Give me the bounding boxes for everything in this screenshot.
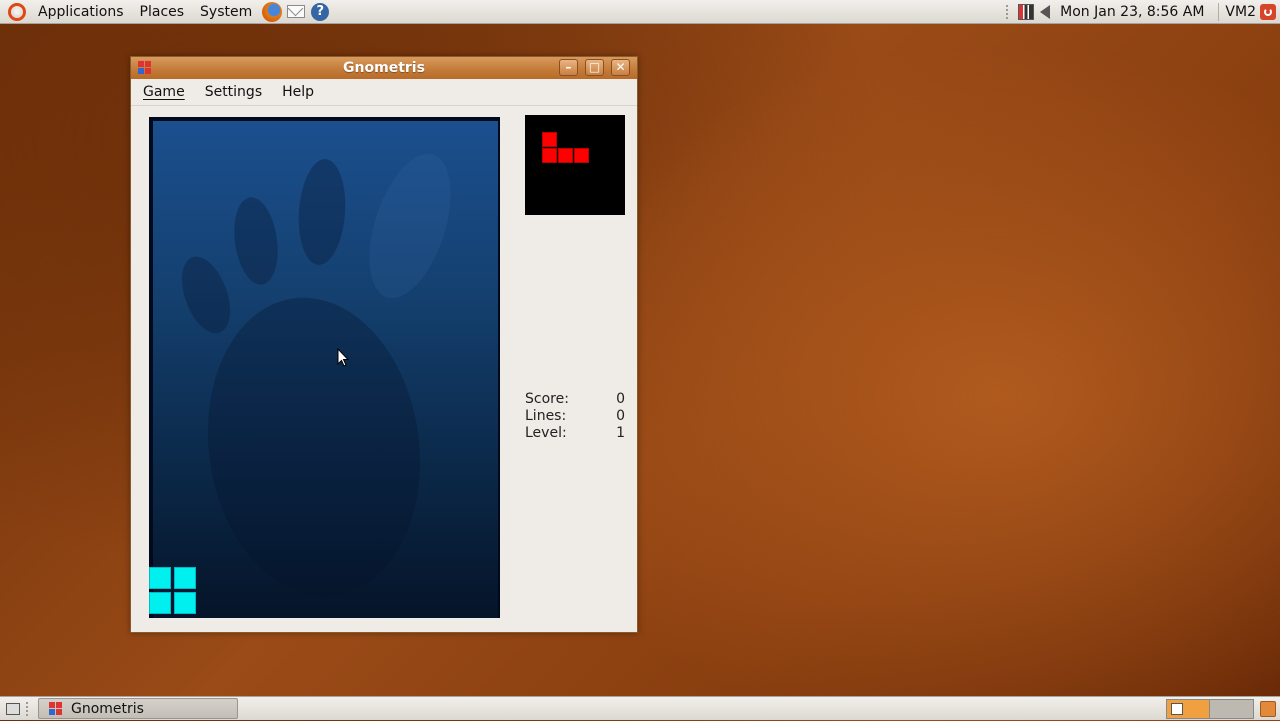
lines-row: Lines: 0 xyxy=(525,408,625,425)
applications-menu[interactable]: Applications xyxy=(30,0,132,24)
lines-value: 0 xyxy=(616,408,625,424)
workspace-2[interactable] xyxy=(1210,698,1254,719)
mail-launcher[interactable] xyxy=(285,1,307,23)
next-piece-cell xyxy=(542,132,557,147)
current-piece-cell xyxy=(174,592,196,614)
foot-toe-3 xyxy=(295,157,349,267)
places-menu[interactable]: Places xyxy=(132,0,193,24)
clock[interactable]: Mon Jan 23, 8:56 AM xyxy=(1056,4,1212,20)
show-desktop-icon[interactable] xyxy=(6,702,20,715)
help-menu[interactable]: Help xyxy=(270,79,322,105)
foot-toe-1 xyxy=(172,250,240,340)
score-value: 0 xyxy=(616,391,625,407)
bottom-panel: Gnometris xyxy=(0,696,1280,720)
score-panel: Score: 0 Lines: 0 Level: 1 xyxy=(525,391,625,442)
help-icon: ? xyxy=(311,2,330,21)
foot-toe-2 xyxy=(229,194,283,288)
foot-toe-4 xyxy=(353,143,467,309)
firefox-launcher[interactable] xyxy=(261,1,283,23)
network-icon[interactable] xyxy=(1018,3,1035,20)
trash-icon[interactable] xyxy=(1260,700,1276,717)
gnometris-app-icon xyxy=(49,701,63,716)
game-board[interactable] xyxy=(149,117,500,618)
volume-icon[interactable] xyxy=(1040,4,1051,19)
taskbar-item-label: Gnometris xyxy=(71,700,144,717)
next-piece-cell xyxy=(542,148,557,163)
panel-handle xyxy=(26,701,32,716)
ubuntu-logo-icon[interactable] xyxy=(8,2,26,21)
minimize-button[interactable]: – xyxy=(559,59,578,76)
firefox-icon xyxy=(262,1,283,22)
current-piece-cell xyxy=(174,567,196,589)
game-menu[interactable]: Game xyxy=(131,79,193,105)
power-icon[interactable] xyxy=(1260,3,1276,20)
window-titlebar[interactable]: Gnometris – □ ✕ xyxy=(131,57,637,79)
score-row: Score: 0 xyxy=(525,391,625,408)
next-piece-preview xyxy=(525,115,625,215)
close-button[interactable]: ✕ xyxy=(611,59,630,76)
level-row: Level: 1 xyxy=(525,425,625,442)
taskbar-item-gnometris[interactable]: Gnometris xyxy=(38,698,238,719)
level-label: Level: xyxy=(525,425,567,441)
next-piece-cell xyxy=(574,148,589,163)
score-label: Score: xyxy=(525,391,569,407)
maximize-button[interactable]: □ xyxy=(585,59,604,76)
system-menu[interactable]: System xyxy=(192,0,260,24)
workspace-1[interactable] xyxy=(1166,698,1210,719)
next-piece-cell xyxy=(558,148,573,163)
user-switcher[interactable]: VM2 xyxy=(1225,4,1260,20)
current-piece-cell xyxy=(149,567,171,589)
gnometris-window: Gnometris – □ ✕ Game Settings Help Score xyxy=(130,56,638,633)
current-piece-cell xyxy=(149,592,171,614)
settings-menu[interactable]: Settings xyxy=(193,79,270,105)
lines-label: Lines: xyxy=(525,408,567,424)
mouse-cursor-icon xyxy=(337,348,349,367)
window-menubar: Game Settings Help xyxy=(131,79,637,106)
foot-sole xyxy=(189,283,439,611)
panel-handle xyxy=(1006,4,1012,19)
top-panel: Applications Places System ? Mon Jan 23,… xyxy=(0,0,1280,24)
panel-separator xyxy=(1218,2,1220,21)
board-background xyxy=(153,121,498,618)
help-launcher[interactable]: ? xyxy=(309,1,331,23)
mail-icon xyxy=(287,5,306,18)
level-value: 1 xyxy=(616,425,625,441)
